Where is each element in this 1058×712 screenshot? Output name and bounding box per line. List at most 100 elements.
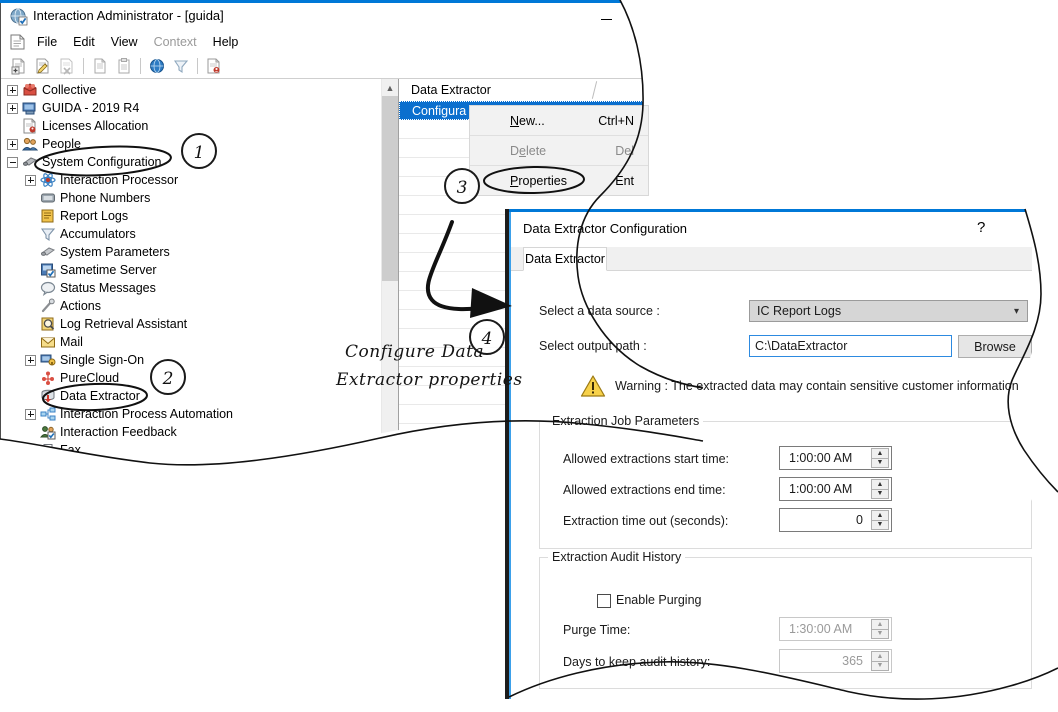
tree-item-guida-2019-r4[interactable]: GUIDA - 2019 R4 xyxy=(1,99,398,117)
menu-file[interactable]: File xyxy=(29,33,65,51)
tree-item-report-logs[interactable]: Report Logs xyxy=(1,207,398,225)
spin-up-icon[interactable]: ▲ xyxy=(871,510,889,521)
spinner-buttons[interactable]: ▲ ▼ xyxy=(871,448,889,468)
mdi-restore-button[interactable] xyxy=(684,34,703,52)
warning-message: Warning : The extracted data may contain… xyxy=(615,379,1023,393)
tree-scrollbar[interactable]: ▲ xyxy=(381,79,398,464)
actions-icon xyxy=(40,298,56,314)
sso-icon xyxy=(40,352,56,368)
expand-icon[interactable] xyxy=(25,444,36,456)
tree-item-accumulators[interactable]: Accumulators xyxy=(1,225,398,243)
warning-triangle-icon xyxy=(580,374,606,398)
toolbar-search-button[interactable] xyxy=(145,55,169,77)
globe-check-icon xyxy=(10,8,28,26)
start-time-label: Allowed extractions start time: xyxy=(563,452,730,466)
expand-icon[interactable] xyxy=(7,102,18,114)
tree-item-actions[interactable]: Actions xyxy=(1,297,398,315)
tree-item-mail[interactable]: Mail xyxy=(1,333,398,351)
tree-item-label: Fax xyxy=(60,443,81,457)
data-source-select[interactable]: IC Report Logs ▾ xyxy=(749,300,1028,322)
tree-item-status-messages[interactable]: Status Messages xyxy=(1,279,398,297)
scroll-up-icon[interactable]: ▲ xyxy=(382,79,398,96)
spin-up-icon[interactable]: ▲ xyxy=(871,479,889,490)
end-time-spinner[interactable]: 1:00:00 AM ▲ ▼ xyxy=(779,477,892,501)
expand-icon[interactable] xyxy=(25,354,36,366)
menu-edit[interactable]: Edit xyxy=(65,33,103,51)
scrollbar-thumb[interactable] xyxy=(382,96,398,281)
purge-time-value: 1:30:00 AM xyxy=(789,622,853,636)
tree-item-label: GUIDA - 2019 R4 xyxy=(42,101,140,115)
spin-down-icon[interactable]: ▼ xyxy=(871,489,889,499)
help-icon[interactable]: ? xyxy=(977,219,985,236)
tree-item-label: Report Logs xyxy=(60,209,129,223)
data-extractor-configuration-dialog: Data Extractor Configuration ? Data Extr… xyxy=(505,209,1058,699)
tree-item-label: Interaction Process Automation xyxy=(60,407,234,421)
enable-purging-checkbox[interactable] xyxy=(597,594,611,608)
purge-time-label: Purge Time: xyxy=(563,623,631,637)
data-source-label: Select a data source : xyxy=(539,304,660,318)
start-time-spinner[interactable]: 1:00:00 AM ▲ ▼ xyxy=(779,446,892,470)
timeout-spinner[interactable]: 0 ▲ ▼ xyxy=(779,508,892,532)
context-menu[interactable]: New... Ctrl+N Delete Del Properties Ent xyxy=(469,105,649,196)
column-divider[interactable] xyxy=(591,81,598,99)
toolbar-edit-button[interactable] xyxy=(31,55,55,77)
mail-icon xyxy=(40,334,56,350)
spin-up-icon[interactable]: ▲ xyxy=(871,448,889,459)
spin-down-icon[interactable]: ▼ xyxy=(871,458,889,468)
browse-button[interactable]: Browse xyxy=(958,335,1032,358)
collapse-icon[interactable] xyxy=(7,156,18,168)
menu-bar: File Edit View Context Help xyxy=(1,31,703,53)
output-path-input[interactable] xyxy=(749,335,952,357)
expand-icon[interactable] xyxy=(25,408,36,420)
spinner-buttons[interactable]: ▲ ▼ xyxy=(871,510,889,530)
tree-item-single-sign-on[interactable]: Single Sign-On xyxy=(1,351,398,369)
toolbar-licenses-button[interactable] xyxy=(202,55,226,77)
tree-item-log-retrieval-assistant[interactable]: Log Retrieval Assistant xyxy=(1,315,398,333)
tree-item-data-extractor[interactable]: Data Extractor xyxy=(1,387,398,405)
extraction-audit-history-group: Extraction Audit History Enable Purging … xyxy=(539,550,1032,689)
tree-item-interaction-feedback[interactable]: Interaction Feedback xyxy=(1,423,398,441)
context-menu-item-properties[interactable]: Properties Ent xyxy=(470,166,648,196)
menu-view[interactable]: View xyxy=(103,33,146,51)
spinner-buttons: ▲ ▼ xyxy=(871,651,889,671)
toolbar-accumulators-button xyxy=(169,55,193,77)
edit-icon xyxy=(36,58,48,74)
menu-help[interactable]: Help xyxy=(205,33,247,51)
tree-item-interaction-processor[interactable]: Interaction Processor xyxy=(1,171,398,189)
tree-item-people[interactable]: People xyxy=(1,135,398,153)
tree-item-system-parameters[interactable]: System Parameters xyxy=(1,243,398,261)
toolbar-delete-button xyxy=(55,55,79,77)
tree-item-label: System Configuration xyxy=(42,155,162,169)
tree-item-licenses-allocation[interactable]: Licenses Allocation xyxy=(1,117,398,135)
group-title-job: Extraction Job Parameters xyxy=(548,414,704,428)
spinner-buttons[interactable]: ▲ ▼ xyxy=(871,479,889,499)
toolbar-new-button[interactable] xyxy=(7,55,31,77)
tree-item-fax[interactable]: Fax xyxy=(1,441,398,459)
document-icon xyxy=(10,34,25,50)
tree-item-sametime-server[interactable]: Sametime Server xyxy=(1,261,398,279)
tree-item-label: Sametime Server xyxy=(60,263,157,277)
dialog-accent-bar xyxy=(505,209,1058,212)
tree-item-purecloud[interactable]: PureCloud xyxy=(1,369,398,387)
tree-item-phone-numbers[interactable]: Phone Numbers xyxy=(1,189,398,207)
navigation-tree[interactable]: Collective GUIDA - 2019 R4 Licenses Alloca… xyxy=(1,79,399,464)
context-menu-item-new[interactable]: New... Ctrl+N xyxy=(470,106,648,136)
tree-item-collective[interactable]: Collective xyxy=(1,81,398,99)
expand-icon[interactable] xyxy=(7,138,18,150)
maximize-button[interactable] xyxy=(631,6,675,32)
expand-icon[interactable] xyxy=(25,174,36,186)
logretrieval-icon xyxy=(40,316,56,332)
tree-item-system-configuration[interactable]: System Configuration xyxy=(1,153,398,171)
people-icon xyxy=(22,136,38,152)
timeout-label: Extraction time out (seconds): xyxy=(563,514,729,528)
expand-icon[interactable] xyxy=(7,84,18,96)
tree-item-label: Licenses Allocation xyxy=(42,119,149,133)
minimize-button[interactable] xyxy=(584,6,628,32)
group-title-audit: Extraction Audit History xyxy=(548,550,686,564)
spin-down-icon[interactable]: ▼ xyxy=(871,520,889,530)
tree-item-interaction-process-automation[interactable]: Interaction Process Automation xyxy=(1,405,398,423)
tab-data-extractor[interactable]: Data Extractor xyxy=(523,247,607,271)
extraction-job-parameters-group: Extraction Job Parameters Allowed extrac… xyxy=(539,414,1032,549)
mdi-minimize-button[interactable] xyxy=(662,34,688,52)
tree-item-label: Collective xyxy=(42,83,97,97)
